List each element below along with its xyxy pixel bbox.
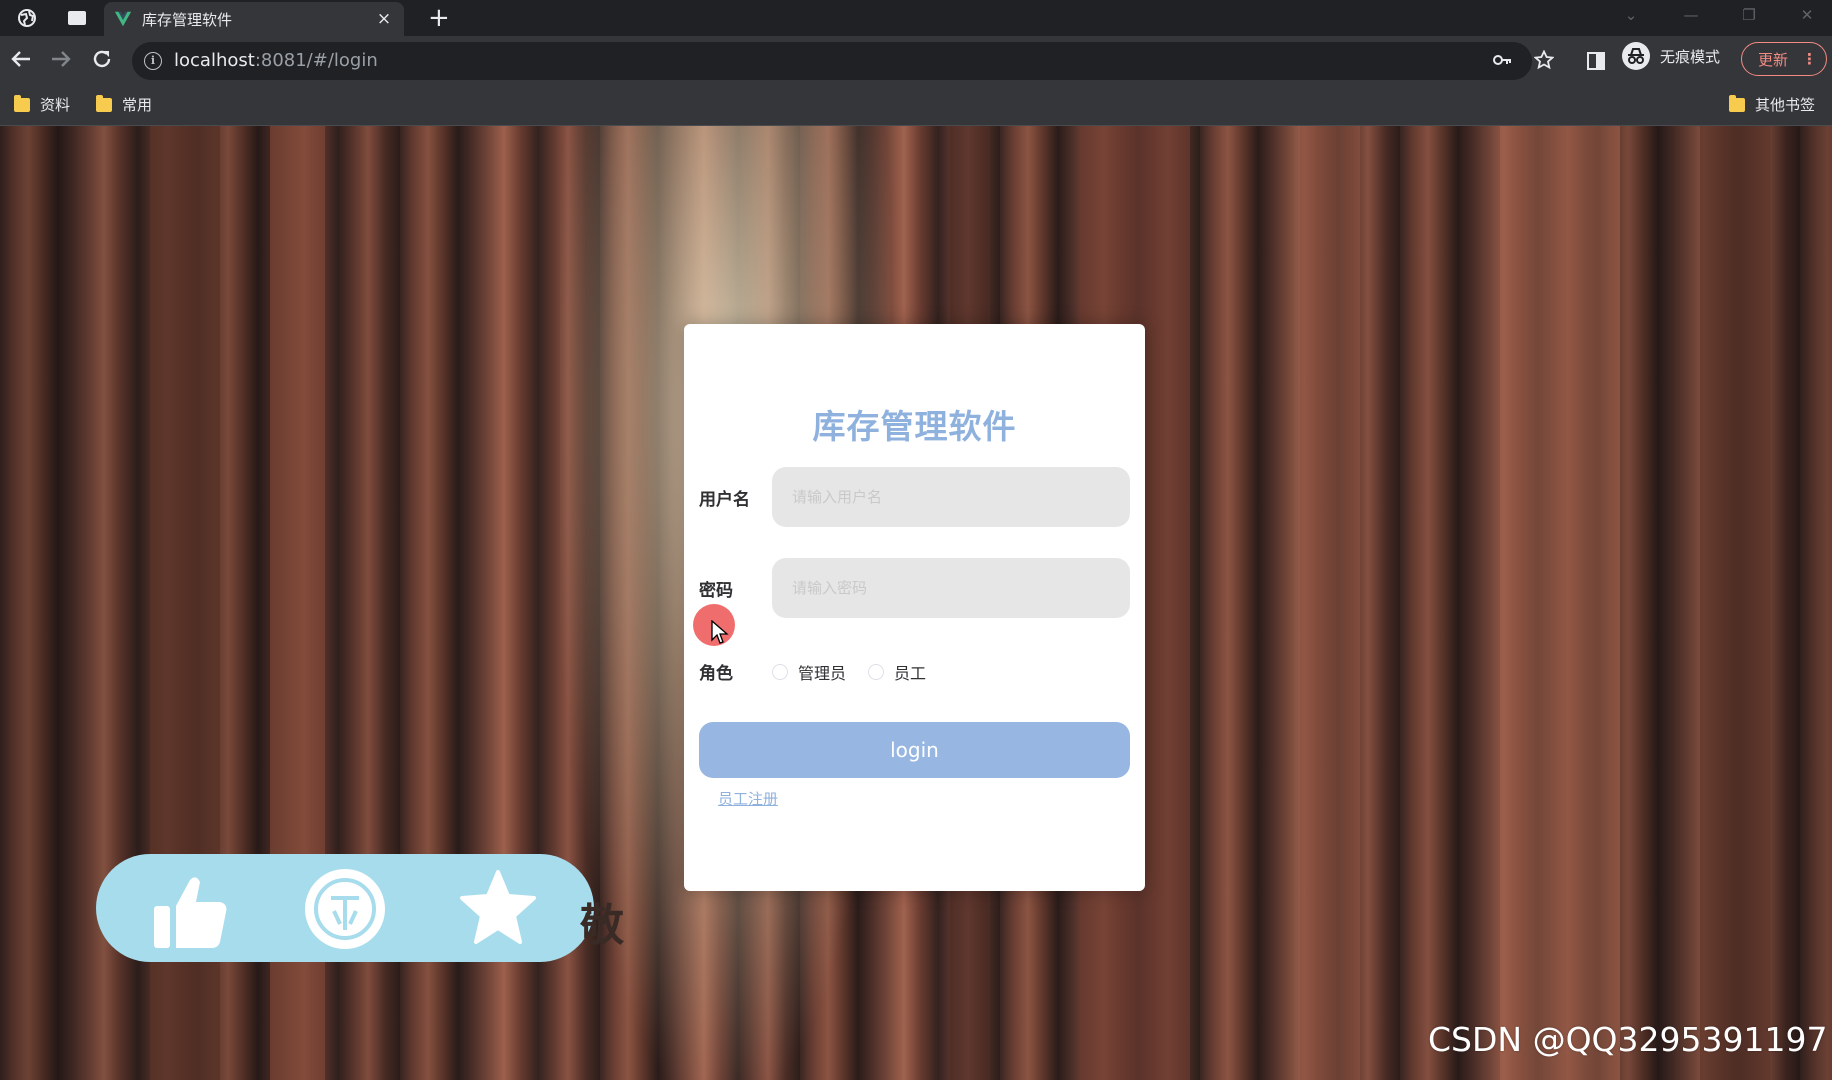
reload-icon[interactable]	[89, 48, 115, 74]
role-radio-group: 管理员 员工	[772, 660, 948, 684]
update-button[interactable]: 更新 ⋮	[1741, 42, 1827, 76]
username-input[interactable]	[772, 467, 1130, 527]
bookmark-label: 资料	[40, 96, 71, 114]
more-menu-icon[interactable]: ⋮	[1802, 50, 1817, 68]
password-input[interactable]	[772, 558, 1130, 618]
address-bar[interactable]: i localhost:8081/#/login	[132, 42, 1555, 80]
thumbs-up-icon[interactable]	[150, 872, 230, 952]
cursor-icon	[711, 620, 729, 644]
bookmark-folder[interactable]: 常用	[96, 94, 152, 115]
vue-logo-icon	[114, 11, 132, 27]
restore-icon[interactable]: ❐	[1734, 6, 1764, 24]
browser-tab-bar: 库存管理软件 × + ⌄ — ❐ ✕	[0, 0, 1832, 36]
tab-list-chevron-icon[interactable]: ⌄	[1616, 6, 1646, 24]
incognito-label: 无痕模式	[1660, 47, 1721, 66]
role-admin-label[interactable]: 管理员	[798, 660, 846, 684]
role-admin-radio[interactable]	[772, 664, 788, 680]
bookmark-label: 常用	[122, 96, 153, 114]
password-label: 密码	[699, 581, 733, 601]
register-link[interactable]: 员工注册	[718, 788, 778, 809]
update-label: 更新	[1758, 50, 1789, 69]
minimize-icon[interactable]: —	[1676, 6, 1706, 24]
incognito-icon	[1622, 42, 1650, 70]
browser-toolbar: i localhost:8081/#/login 无痕模式 更新 ⋮	[0, 36, 1832, 86]
role-staff-label[interactable]: 员工	[894, 660, 926, 684]
role-label: 角色	[699, 664, 733, 684]
overlay-partial-text: 敬	[580, 900, 624, 951]
bookmarks-bar: 资料 常用 其他书签	[0, 86, 1832, 126]
folder-icon	[14, 94, 30, 112]
tab-search-icon[interactable]	[66, 7, 88, 29]
close-window-icon[interactable]: ✕	[1792, 6, 1822, 24]
bookmark-folder[interactable]: 资料	[14, 94, 70, 115]
forward-arrow-icon[interactable]	[48, 48, 74, 74]
login-title: 库存管理软件	[812, 407, 1017, 446]
forest-background: 库存管理软件 用户名 密码 角色 管理员 员工 login 员工注册	[0, 126, 1832, 1080]
csdn-watermark: CSDN @QQ3295391197	[1428, 1020, 1828, 1059]
back-arrow-icon[interactable]	[8, 48, 34, 74]
tab-title: 库存管理软件	[142, 10, 233, 29]
star-icon[interactable]	[458, 868, 538, 948]
key-icon[interactable]	[1492, 50, 1512, 75]
login-card: 库存管理软件 用户名 密码 角色 管理员 员工 login 员工注册	[684, 324, 1145, 891]
reaction-overlay	[96, 854, 594, 962]
coin-icon[interactable]	[304, 868, 386, 950]
site-info-icon[interactable]: i	[144, 52, 162, 70]
role-staff-radio[interactable]	[868, 664, 885, 680]
folder-icon	[1729, 94, 1745, 112]
incognito-indicator[interactable]: 无痕模式	[1622, 42, 1720, 70]
folder-icon	[96, 94, 112, 112]
username-label: 用户名	[699, 490, 750, 510]
other-bookmarks[interactable]: 其他书签	[1729, 94, 1815, 115]
new-tab-button[interactable]: +	[428, 3, 450, 33]
tab-close-icon[interactable]: ×	[374, 9, 394, 29]
side-panel-icon[interactable]	[1586, 51, 1606, 75]
url-text[interactable]: localhost:8081/#/login	[174, 50, 378, 71]
login-button[interactable]: login	[699, 722, 1130, 778]
globe-icon[interactable]	[16, 7, 38, 29]
other-bookmarks-label: 其他书签	[1755, 96, 1816, 114]
bookmark-star-icon[interactable]	[1533, 49, 1555, 75]
tab-login[interactable]: 库存管理软件 ×	[104, 2, 404, 36]
